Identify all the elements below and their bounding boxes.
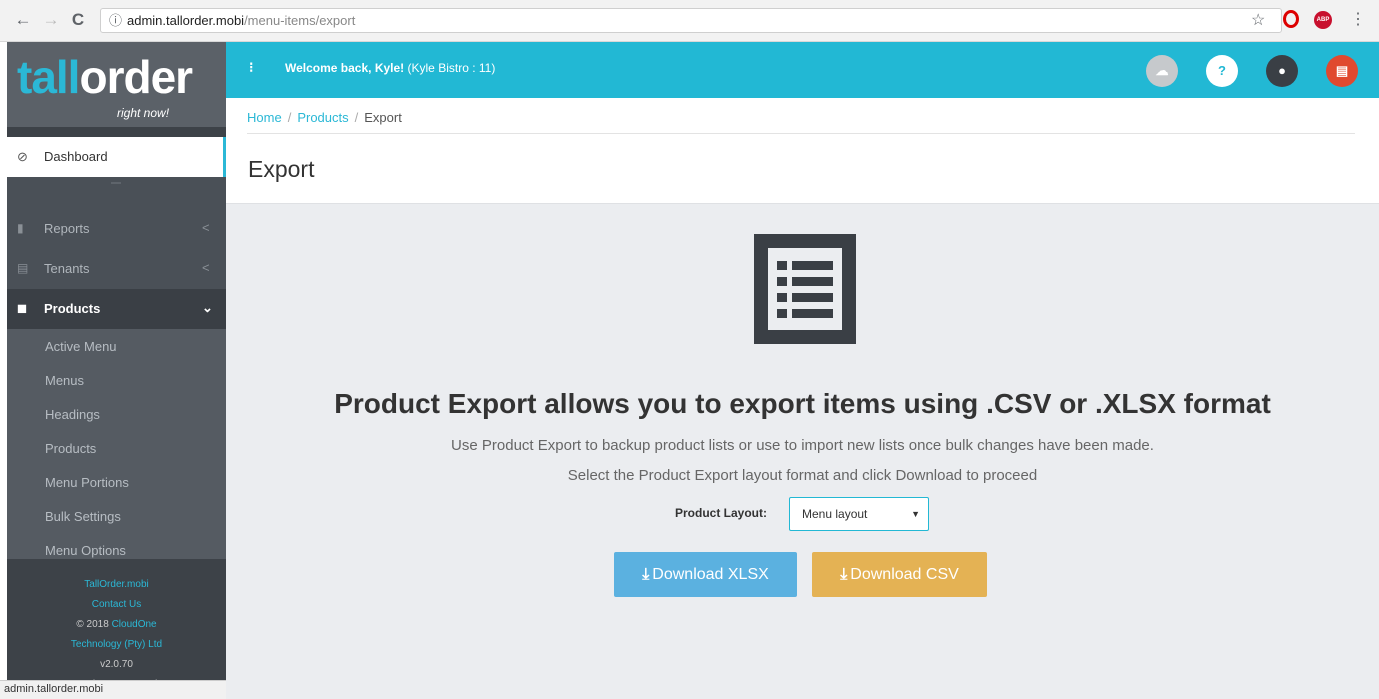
cloud-icon[interactable]: ☁ [1146, 55, 1178, 87]
url-host: admin.tallorder.mobi [127, 13, 245, 28]
products-submenu: Active Menu Menus Headings Products Menu… [7, 329, 226, 559]
submenu-item-headings[interactable]: Headings [45, 407, 100, 422]
company-link-line2[interactable]: Technology (Pty) Ltd [7, 635, 226, 655]
caret-down-icon: ▼ [911, 509, 920, 519]
footer-contact-link[interactable]: Contact Us [7, 595, 226, 615]
help-icon[interactable]: ? [1206, 55, 1238, 87]
browser-menu-icon[interactable]: ⋮ [1350, 9, 1366, 29]
download-xlsx-button[interactable]: ⤓ Download XLSX [614, 552, 797, 597]
sidebar-item-products[interactable]: ◼ Products ⌄ [7, 289, 226, 329]
welcome-user: Welcome back, Kyle! [285, 61, 405, 75]
list-document-inner [768, 248, 842, 330]
store-icon[interactable]: ▤ [1326, 55, 1358, 87]
bookmark-star-icon[interactable]: ☆ [1251, 10, 1265, 30]
chevron-left-icon: < [202, 220, 210, 235]
browser-toolbar: ← → C ⓘ admin.tallorder.mobi/menu-items/… [0, 0, 1379, 42]
list-line [792, 261, 833, 270]
sidebar-item-label: Tenants [44, 261, 90, 276]
breadcrumb-home[interactable]: Home [247, 110, 282, 125]
download-icon: ⤓ [642, 566, 650, 583]
logo-subtitle: right now! [117, 106, 170, 120]
bag-icon: ◼ [17, 301, 27, 315]
footer-version: v2.0.70 [100, 659, 133, 670]
export-description: Use Product Export to backup product lis… [451, 437, 1154, 454]
chevron-down-icon: ⌄ [202, 300, 213, 315]
logo-wordmark: tallorder [17, 50, 193, 104]
sidebar-item-dashboard[interactable]: ⊘ Dashboard [7, 137, 226, 177]
sidebar-item-label: Reports [44, 221, 90, 236]
adblock-icon[interactable]: ABP [1314, 11, 1332, 29]
sidebar-item-label: Dashboard [44, 149, 108, 164]
company-link[interactable]: CloudOne [112, 619, 157, 630]
list-line [792, 309, 833, 318]
logo[interactable]: tallorder right now! [7, 42, 226, 137]
export-panel: Product Export allows you to export item… [226, 203, 1379, 699]
product-layout-select[interactable]: Menu layout ▼ [789, 497, 929, 531]
welcome-message: Welcome back, Kyle! (Kyle Bistro : 11) [285, 61, 495, 75]
breadcrumb-separator: / [287, 110, 292, 125]
url-text: admin.tallorder.mobi/menu-items/export [127, 9, 355, 32]
sidebar-item-label: Products [44, 301, 101, 316]
page-title: Export [248, 156, 315, 182]
list-bullet [777, 277, 787, 286]
download-csv-label: Download CSV [850, 566, 959, 583]
download-xlsx-label: Download XLSX [652, 566, 769, 583]
back-icon[interactable]: ← [12, 9, 34, 31]
logo-tall: tall [17, 51, 80, 103]
url-path: /menu-items/export [244, 13, 356, 28]
logo-order: order [79, 51, 193, 103]
breadcrumb-export: Export [364, 110, 402, 125]
export-instruction: Select the Product Export layout format … [567, 467, 1038, 484]
breadcrumb: Home / Products / Export [247, 110, 402, 125]
list-line [792, 277, 833, 286]
opera-icon[interactable] [1283, 10, 1299, 28]
list-bullet [777, 309, 787, 318]
info-icon[interactable]: ⓘ [109, 9, 122, 32]
export-headline: Product Export allows you to export item… [334, 388, 1271, 419]
list-line [792, 293, 833, 302]
submenu-item-menu-options[interactable]: Menu Options [45, 543, 126, 558]
dashboard-icon: ⊘ [17, 149, 28, 164]
submenu-item-bulk-settings[interactable]: Bulk Settings [45, 509, 121, 524]
breadcrumb-separator: / [354, 110, 359, 125]
breadcrumb-products[interactable]: Products [297, 110, 348, 125]
forward-icon[interactable]: → [40, 9, 62, 31]
download-icon: ⤓ [840, 566, 848, 583]
download-csv-button[interactable]: ⤓ Download CSV [812, 552, 987, 597]
reload-icon[interactable]: C [67, 9, 89, 31]
sidebar-divider [111, 182, 121, 184]
top-navbar: ⁝ Welcome back, Kyle! (Kyle Bistro : 11)… [226, 42, 1379, 98]
sidebar: tallorder right now! ⊘ Dashboard ▮ Repor… [7, 42, 226, 699]
product-layout-label: Product Layout: [675, 506, 767, 520]
copyright-year: © 2018 [76, 619, 109, 630]
footer-copyright: © 2018 CloudOne [7, 615, 226, 635]
submenu-item-products[interactable]: Products [45, 441, 96, 456]
welcome-tenant: (Kyle Bistro : 11) [407, 61, 496, 75]
submenu-item-menu-portions[interactable]: Menu Portions [45, 475, 129, 490]
list-bullet [777, 261, 787, 270]
list-bullet [777, 293, 787, 302]
sidebar-item-tenants[interactable]: ▤ Tenants < [7, 249, 226, 289]
sidebar-footer: TallOrder.mobi Contact Us © 2018 CloudOn… [7, 559, 226, 699]
sidebar-item-reports[interactable]: ▮ Reports < [7, 209, 226, 249]
submenu-item-active-menu[interactable]: Active Menu [45, 339, 117, 354]
submenu-item-menus[interactable]: Menus [45, 373, 84, 388]
chart-icon: ▮ [17, 221, 24, 235]
menu-toggle-icon[interactable]: ⁝ [249, 59, 253, 76]
building-icon: ▤ [17, 261, 29, 275]
footer-site-link[interactable]: TallOrder.mobi [7, 575, 226, 595]
logo-divider [7, 127, 226, 137]
breadcrumb-divider [247, 133, 1355, 134]
address-bar[interactable]: ⓘ admin.tallorder.mobi/menu-items/export [100, 8, 1282, 33]
product-layout-value: Menu layout [802, 507, 868, 521]
user-icon[interactable]: ● [1266, 55, 1298, 87]
list-document-icon [754, 234, 856, 344]
chevron-left-icon: < [202, 260, 210, 275]
